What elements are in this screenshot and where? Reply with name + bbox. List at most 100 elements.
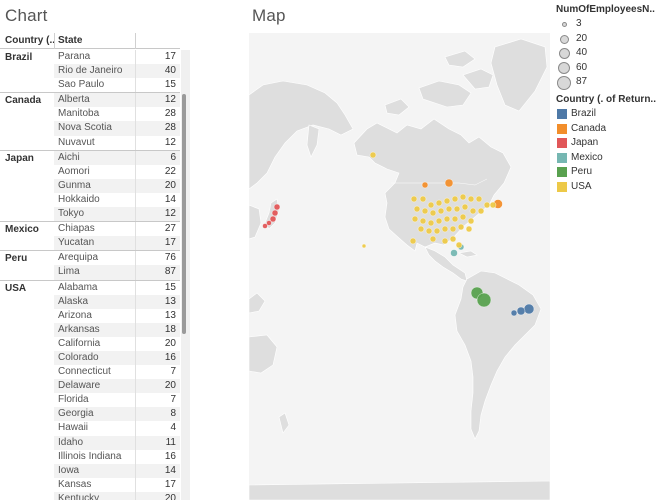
map-marker-japan[interactable]: [271, 209, 279, 217]
color-legend-item[interactable]: Peru: [556, 165, 658, 180]
map-marker-usa[interactable]: [429, 235, 437, 243]
map-marker-brazil[interactable]: [510, 309, 518, 317]
map-marker-usa[interactable]: [369, 151, 377, 159]
table-row[interactable]: Illinois Indiana 16: [54, 449, 180, 464]
map-marker-usa[interactable]: [435, 199, 443, 207]
color-legend-item[interactable]: Canada: [556, 122, 658, 137]
map-marker-usa[interactable]: [477, 207, 485, 215]
table-scrollbar-thumb[interactable]: [182, 94, 186, 334]
country-label[interactable]: USA: [5, 283, 26, 294]
table-row[interactable]: Kentucky 20: [54, 491, 180, 500]
size-legend-item[interactable]: 60: [556, 61, 658, 76]
table-row[interactable]: Arizona 13: [54, 308, 180, 323]
table-row[interactable]: Iowa 14: [54, 463, 180, 478]
color-legend-item[interactable]: Japan: [556, 136, 658, 151]
table-row[interactable]: Connecticut 7: [54, 365, 180, 380]
map-marker-peru[interactable]: [476, 292, 492, 308]
map-marker-japan[interactable]: [273, 203, 281, 211]
table-row[interactable]: Kansas 17: [54, 477, 180, 492]
color-legend-title[interactable]: Country (. of Return..: [556, 94, 658, 105]
map-marker-canada[interactable]: [444, 178, 454, 188]
map-marker-usa[interactable]: [427, 219, 435, 227]
table-row[interactable]: Nova Scotia 28: [54, 121, 180, 136]
table-row[interactable]: Hokkaido 14: [54, 192, 180, 208]
table-row[interactable]: Idaho 11: [54, 435, 180, 450]
country-label[interactable]: Japan: [5, 153, 34, 164]
map-marker-usa[interactable]: [453, 205, 461, 213]
table-row[interactable]: Rio de Janeiro 40: [54, 64, 180, 79]
map-marker-usa[interactable]: [417, 225, 425, 233]
map-marker-usa[interactable]: [461, 203, 469, 211]
map-marker-usa[interactable]: [425, 227, 433, 235]
map-marker-usa[interactable]: [443, 197, 451, 205]
size-legend-item[interactable]: 40: [556, 46, 658, 61]
table-row[interactable]: California 20: [54, 336, 180, 351]
map-view[interactable]: [249, 33, 550, 500]
table-row[interactable]: Arkansas 18: [54, 322, 180, 337]
map-marker-usa[interactable]: [451, 215, 459, 223]
map-marker-usa[interactable]: [443, 215, 451, 223]
map-marker-usa[interactable]: [409, 237, 417, 245]
map-marker-usa[interactable]: [475, 195, 483, 203]
map-marker-usa[interactable]: [441, 237, 449, 245]
map-marker-usa[interactable]: [441, 225, 449, 233]
map-marker-usa[interactable]: [455, 241, 463, 249]
map-marker-usa[interactable]: [361, 243, 367, 249]
map-marker-usa[interactable]: [469, 207, 477, 215]
map-marker-usa[interactable]: [459, 213, 467, 221]
map-marker-usa[interactable]: [435, 217, 443, 225]
state-column-header[interactable]: State: [58, 35, 82, 46]
country-label[interactable]: Brazil: [5, 52, 32, 63]
table-row[interactable]: Delaware 20: [54, 379, 180, 394]
map-marker-usa[interactable]: [459, 193, 467, 201]
map-marker-usa[interactable]: [483, 201, 491, 209]
map-marker-usa[interactable]: [451, 195, 459, 203]
country-label[interactable]: Peru: [5, 253, 27, 264]
table-row[interactable]: Gunma 20: [54, 178, 180, 193]
table-row[interactable]: Lima 87: [54, 265, 180, 280]
table-row[interactable]: Aichi 6: [54, 150, 180, 165]
size-legend-item[interactable]: 3: [556, 17, 658, 32]
map-marker-usa[interactable]: [433, 227, 441, 235]
map-marker-usa[interactable]: [457, 223, 465, 231]
table-row[interactable]: Parana 17: [54, 50, 180, 65]
table-row[interactable]: Sao Paulo 15: [54, 78, 180, 93]
color-legend-item[interactable]: USA: [556, 180, 658, 195]
map-marker-japan[interactable]: [262, 223, 268, 229]
table-row[interactable]: Yucatan 17: [54, 236, 180, 251]
map-marker-usa[interactable]: [437, 207, 445, 215]
map-marker-usa[interactable]: [449, 225, 457, 233]
table-row[interactable]: Arequipa 76: [54, 251, 180, 266]
color-legend-item[interactable]: Brazil: [556, 107, 658, 122]
map-marker-usa[interactable]: [489, 201, 497, 209]
country-column-header[interactable]: Country (..: [5, 35, 55, 46]
map-marker-usa[interactable]: [410, 195, 418, 203]
map-marker-usa[interactable]: [465, 225, 473, 233]
country-label[interactable]: Mexico: [5, 224, 39, 235]
map-marker-usa[interactable]: [445, 205, 453, 213]
table-row[interactable]: Colorado 16: [54, 350, 180, 366]
table-row[interactable]: Aomori 22: [54, 164, 180, 179]
map-marker-brazil[interactable]: [523, 303, 535, 315]
size-legend-item[interactable]: 20: [556, 32, 658, 47]
table-row[interactable]: Manitoba 28: [54, 107, 180, 122]
size-legend-title[interactable]: NumOfEmployeesN..: [556, 4, 658, 15]
map-marker-canada[interactable]: [421, 181, 429, 189]
color-legend-item[interactable]: Mexico: [556, 151, 658, 166]
map-marker-usa[interactable]: [467, 217, 475, 225]
table-row[interactable]: Georgia 8: [54, 407, 180, 422]
map-marker-usa[interactable]: [421, 207, 429, 215]
map-marker-usa[interactable]: [449, 235, 457, 243]
map-marker-usa[interactable]: [419, 217, 427, 225]
map-marker-brazil[interactable]: [516, 306, 526, 316]
table-row[interactable]: Nuvavut 12: [54, 135, 180, 150]
table-row[interactable]: Chiapas 27: [54, 222, 180, 237]
map-marker-usa[interactable]: [467, 195, 475, 203]
map-marker-mexico[interactable]: [450, 249, 458, 257]
table-row[interactable]: Hawaii 4: [54, 421, 180, 436]
map-marker-usa[interactable]: [411, 215, 419, 223]
map-marker-usa[interactable]: [413, 205, 421, 213]
size-legend-item[interactable]: 87: [556, 75, 658, 90]
table-row[interactable]: Florida 7: [54, 393, 180, 408]
country-label[interactable]: Canada: [5, 95, 41, 106]
